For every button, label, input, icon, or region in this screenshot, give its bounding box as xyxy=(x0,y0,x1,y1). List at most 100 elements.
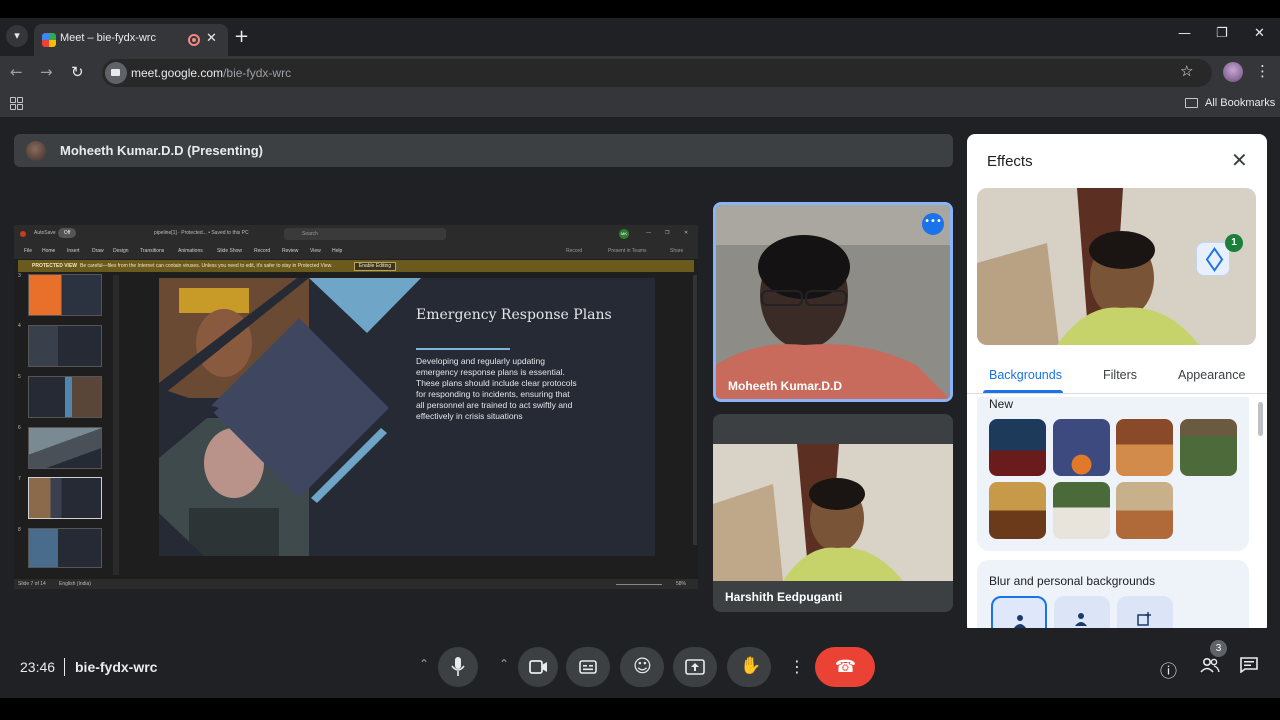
background-autumn-cafe[interactable] xyxy=(1116,482,1173,539)
url-path: /bie-fydx-wrc xyxy=(223,66,292,80)
tab-appearance[interactable]: Appearance xyxy=(1178,368,1245,382)
raise-hand-button[interactable]: ✋ xyxy=(727,647,771,687)
chat-glyph xyxy=(1240,657,1258,674)
tab-backgrounds[interactable]: Backgrounds xyxy=(989,368,1062,382)
profile-avatar[interactable] xyxy=(1223,62,1243,82)
pp-present-teams: Present in Teams xyxy=(608,248,647,254)
slide-title: Emergency Response Plans xyxy=(416,307,612,323)
pp-menu-item: View xyxy=(310,248,321,254)
pp-user-avatar: MK xyxy=(619,229,629,239)
captions-button[interactable] xyxy=(566,647,610,687)
blur-person-icon xyxy=(1075,613,1087,626)
effects-title: Effects xyxy=(987,153,1033,170)
pp-zoom-level: 58% xyxy=(676,581,687,587)
slide-thumbnail xyxy=(28,274,102,316)
people-count-badge: 3 xyxy=(1210,640,1227,657)
pp-menu-item: Record xyxy=(254,248,271,254)
audio-options-button[interactable]: ⌃ xyxy=(406,647,442,687)
apps-icon[interactable] xyxy=(10,97,23,110)
reload-icon[interactable]: ↻ xyxy=(71,63,84,81)
pp-thumb-scrollbar[interactable] xyxy=(113,275,119,575)
pp-doc-name: pipeline[1] · Protected... • Saved to th… xyxy=(154,230,249,236)
pp-menu-item: Draw xyxy=(92,248,104,254)
panel-scrollbar[interactable] xyxy=(1258,402,1263,436)
thumb-number: 5 xyxy=(18,374,21,380)
all-bookmarks-link[interactable]: All Bookmarks xyxy=(1205,97,1275,109)
participant-tile[interactable]: Harshith Eedpuganti xyxy=(713,414,953,612)
site-info-icon[interactable] xyxy=(105,62,127,84)
new-tab-button[interactable]: + xyxy=(234,26,249,47)
presenter-label: Moheeth Kumar.D.D (Presenting) xyxy=(60,143,263,158)
more-options-button[interactable]: ⋮ xyxy=(781,647,807,687)
leave-call-button[interactable]: ☎ xyxy=(815,647,875,687)
participant-video xyxy=(713,444,953,581)
pp-slide-scrollbar xyxy=(693,275,697,545)
camera-icon xyxy=(529,660,547,674)
tab-filters[interactable]: Filters xyxy=(1103,368,1137,382)
thumb-number: 7 xyxy=(18,476,21,482)
window-close-icon[interactable]: ✕ xyxy=(1254,26,1265,41)
address-bar[interactable]: meet.google.com/bie-fydx-wrc xyxy=(102,59,1212,87)
slide-thumbnail xyxy=(28,325,102,367)
tab-list-icon[interactable]: ▾ xyxy=(6,25,28,47)
background-cozy-bedroom[interactable] xyxy=(1116,419,1173,476)
emoji-icon: ☺ xyxy=(633,656,652,677)
pp-body: 3 4 5 6 7 8 Emergency Response Plans Dev… xyxy=(14,273,698,579)
pp-close-icon: ✕ xyxy=(684,230,689,236)
back-icon[interactable]: ← xyxy=(10,63,23,81)
background-vintage-room[interactable] xyxy=(989,482,1046,539)
participant-name: Harshith Eedpuganti xyxy=(725,590,843,604)
restore-icon[interactable]: ❐ xyxy=(1216,26,1228,41)
pp-search-box[interactable]: Search xyxy=(284,228,446,240)
layers-icon[interactable] xyxy=(1196,242,1230,276)
tile-more-options-icon[interactable]: ••• xyxy=(922,213,944,235)
participant-video xyxy=(716,205,950,399)
close-icon[interactable]: ✕ xyxy=(1231,148,1248,172)
background-garden-patio[interactable] xyxy=(1180,419,1237,476)
pp-minimize-icon: — xyxy=(646,230,651,236)
slide-rule xyxy=(416,348,510,350)
pp-autosave: AutoSave xyxy=(34,230,56,236)
add-image-icon xyxy=(1137,612,1151,626)
tab-title: Meet – bie-fydx-wrc xyxy=(60,32,156,44)
recording-icon xyxy=(188,34,200,46)
info-icon[interactable]: ⓘ xyxy=(1160,657,1177,682)
more-vert-icon: ⋮ xyxy=(789,657,805,676)
participant-tile-speaking[interactable]: ••• Moheeth Kumar.D.D xyxy=(713,202,953,402)
slide-thumbnail-selected[interactable] xyxy=(28,477,102,519)
pp-share: Share xyxy=(670,248,684,254)
video-options-button[interactable]: ⌃ xyxy=(486,647,522,687)
background-halloween-night[interactable] xyxy=(1053,419,1110,476)
pp-statusbar: Slide 7 of 14 English (India) 58% xyxy=(14,579,698,589)
people-icon[interactable] xyxy=(1200,657,1220,678)
tab-close-icon[interactable]: ✕ xyxy=(206,31,217,46)
menu-icon[interactable]: ⋮ xyxy=(1255,62,1270,80)
camera-button[interactable] xyxy=(518,647,558,687)
effects-panel: Effects ✕ 1 Backgrounds Filters Appearan… xyxy=(967,134,1267,634)
thumb-number: 8 xyxy=(18,527,21,533)
forward-icon[interactable]: → xyxy=(40,63,53,81)
blur-section-label: Blur and personal backgrounds xyxy=(989,574,1156,588)
shared-screen: AutoSave Off pipeline[1] · Protected... … xyxy=(14,225,698,589)
minimize-icon[interactable]: — xyxy=(1178,26,1191,41)
star-icon[interactable]: ☆ xyxy=(1180,62,1193,80)
pp-protected-message: Be careful—files from the Internet can c… xyxy=(80,263,333,269)
presenter-avatar xyxy=(26,141,46,161)
reactions-button[interactable]: ☺ xyxy=(620,647,664,687)
present-screen-button[interactable] xyxy=(673,647,717,687)
tab-divider xyxy=(967,393,1267,394)
people-glyph xyxy=(1200,657,1220,673)
pp-autosave-toggle[interactable]: Off xyxy=(58,228,76,238)
chat-icon[interactable] xyxy=(1240,657,1258,678)
folder-icon xyxy=(1185,98,1198,108)
background-greenhouse-table[interactable] xyxy=(1053,482,1110,539)
pp-search-placeholder: Search xyxy=(302,231,318,237)
pp-enable-editing-button[interactable]: Enable Editing xyxy=(354,262,396,271)
browser-tab[interactable]: Meet – bie-fydx-wrc ✕ xyxy=(34,24,228,56)
presenter-banner: Moheeth Kumar.D.D (Presenting) xyxy=(14,134,953,167)
microphone-button[interactable] xyxy=(438,647,478,687)
new-section-label: New xyxy=(989,397,1014,411)
new-backgrounds-card: New xyxy=(977,397,1249,551)
screen: ▾ Meet – bie-fydx-wrc ✕ + — ❐ ✕ ← → ↻ me… xyxy=(0,0,1280,720)
background-gothic-library[interactable] xyxy=(989,419,1046,476)
